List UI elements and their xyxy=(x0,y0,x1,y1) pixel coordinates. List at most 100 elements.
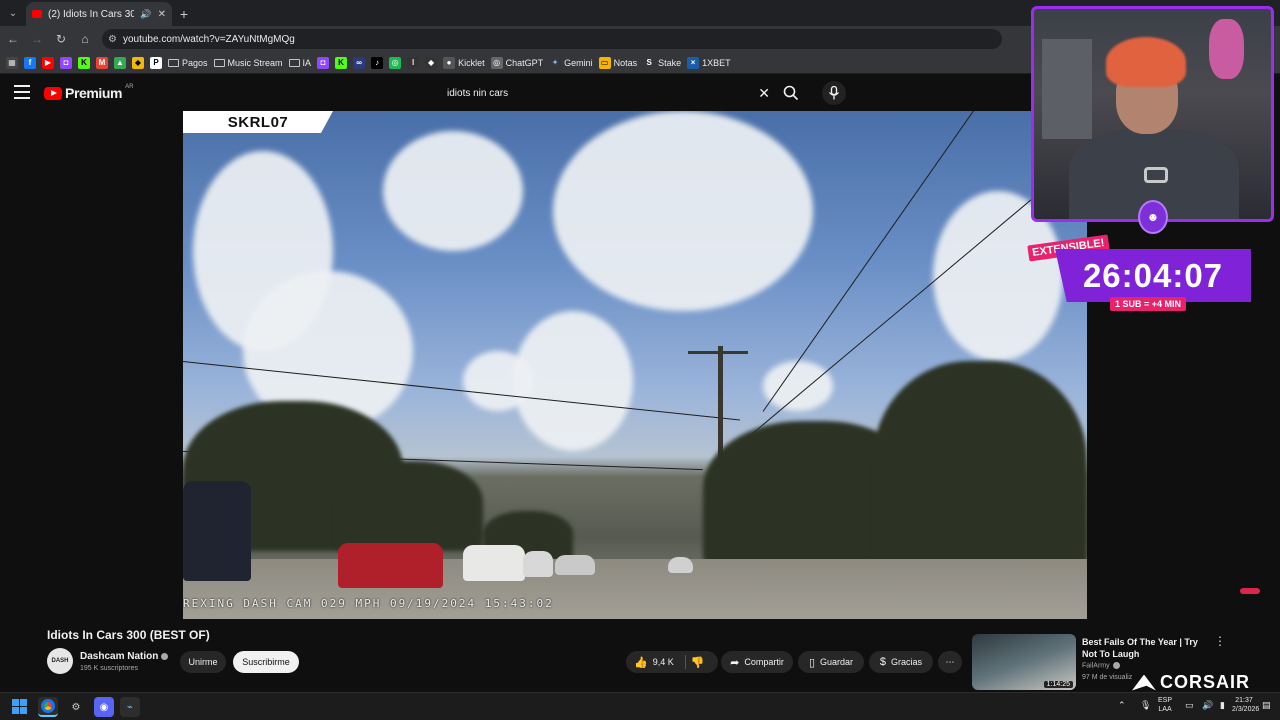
youtube-favicon-icon xyxy=(32,10,42,18)
thanks-button[interactable]: $ Gracias xyxy=(869,651,933,673)
car xyxy=(183,481,251,581)
binance-icon[interactable]: ◆ xyxy=(132,56,144,69)
bookmark-kicklet[interactable]: ● Kicklet xyxy=(443,56,485,69)
url-field[interactable]: ⚙ youtube.com/watch?v=ZAYuNtMgMQg xyxy=(102,29,1002,49)
webcam-overlay xyxy=(1031,6,1274,222)
kick-icon[interactable]: K xyxy=(78,56,90,69)
dashcam-stamp: REXING DASH CAM 029 MPH 09/19/2024 15:43… xyxy=(183,597,554,610)
shirt-logo xyxy=(1144,167,1168,183)
site-info-icon[interactable]: ⚙ xyxy=(108,34,117,45)
language-indicator[interactable]: ESP LAA xyxy=(1158,696,1172,714)
recommended-title[interactable]: Best Fails Of The Year | Try Not To Laug… xyxy=(1082,636,1212,660)
drive-icon[interactable]: ▲ xyxy=(114,56,126,69)
twitch-icon[interactable]: ◘ xyxy=(317,56,330,69)
status-indicator xyxy=(1240,588,1260,594)
chrome-icon[interactable] xyxy=(38,697,58,717)
language-code: ESP xyxy=(1158,697,1173,704)
bookmark-chatgpt[interactable]: ◎ ChatGPT xyxy=(490,56,543,69)
like-count[interactable]: 9,4 K xyxy=(653,657,674,667)
forward-button[interactable]: → xyxy=(26,28,48,50)
share-icon: ➦ xyxy=(730,656,740,669)
back-button[interactable]: ← xyxy=(2,28,24,50)
cam-shelf xyxy=(1042,39,1092,139)
twitch-icon[interactable]: ◘ xyxy=(60,56,72,69)
logo-word: Premium xyxy=(65,85,123,101)
tab-youtube[interactable]: (2) Idiots In Cars 300 (BEST 🔊 ✕ xyxy=(26,2,172,26)
voice-search-button[interactable] xyxy=(822,81,846,105)
bookmark-music-stream[interactable]: Music Stream xyxy=(213,58,283,68)
join-button[interactable]: Unirme xyxy=(180,651,226,673)
kick-icon[interactable]: K xyxy=(335,56,348,69)
bookmark-pagos[interactable]: Pagos xyxy=(168,58,208,68)
link-icon[interactable]: ǀ xyxy=(407,56,420,69)
youtube-logo[interactable]: Premium AR xyxy=(44,84,134,101)
utility-pole xyxy=(688,351,748,354)
recommended-channel: FailArmy xyxy=(1082,662,1120,669)
bookmark-1xbet[interactable]: × 1XBET xyxy=(687,56,731,69)
tree xyxy=(333,461,483,551)
bookmark-ia[interactable]: IA xyxy=(288,58,311,68)
windows-start-icon[interactable] xyxy=(12,699,27,714)
1xbet-icon: × xyxy=(687,56,700,69)
youtube-bookmark-icon[interactable]: ▶ xyxy=(42,56,54,69)
close-tab-icon[interactable]: ✕ xyxy=(158,9,166,20)
tab-search-icon[interactable]: ⌄ xyxy=(0,0,26,26)
bookmark-stake[interactable]: S Stake xyxy=(643,57,681,69)
bookmark-notas[interactable]: ▭ Notas xyxy=(598,56,637,69)
new-tab-button[interactable]: + xyxy=(172,2,196,26)
clock-time: 21:37 xyxy=(1235,697,1253,704)
discord-icon[interactable]: ◉ xyxy=(94,697,114,717)
music-icon[interactable]: ◎ xyxy=(389,56,402,69)
url-text: youtube.com/watch?v=ZAYuNtMgMQg xyxy=(122,33,295,45)
corsair-logo: CORSAIR xyxy=(1132,672,1250,693)
recommended-thumbnail[interactable]: 1:14:25 xyxy=(972,634,1076,690)
video-player[interactable]: SKRL07 REXING DASH CAM 029 MPH 09/19/202… xyxy=(183,111,1087,619)
reload-button[interactable]: ↻ xyxy=(50,28,72,50)
verified-icon xyxy=(1112,662,1120,669)
clear-search-icon[interactable]: ✕ xyxy=(758,85,770,102)
steam-icon[interactable]: ⌁ xyxy=(120,697,140,717)
settings-app-icon[interactable]: ⚙ xyxy=(66,697,86,717)
microphone-tray-icon[interactable]: 🎙 xyxy=(1140,701,1151,710)
diamond-icon[interactable]: ◆ xyxy=(425,56,438,69)
more-actions-button[interactable]: ⋯ xyxy=(938,651,962,673)
patreon-icon[interactable]: P xyxy=(150,56,162,69)
cam-hair xyxy=(1106,37,1186,87)
like-dislike-group: 👍 9,4 K 👎 xyxy=(626,651,718,673)
volume-icon[interactable]: 🔊 xyxy=(1202,701,1213,710)
car xyxy=(668,557,693,573)
save-button[interactable]: ▯ Guardar xyxy=(798,651,864,673)
tray-overflow-icon[interactable]: ⌃ xyxy=(1118,701,1126,710)
logo-country: AR xyxy=(125,84,134,90)
subscribe-button[interactable]: Suscribirme xyxy=(233,651,299,673)
plate-label: SKRL07 xyxy=(183,111,333,133)
meta-icon[interactable]: ∞ xyxy=(353,56,366,69)
facebook-icon[interactable]: f xyxy=(24,56,36,69)
car xyxy=(463,545,525,581)
bookmark-gemini[interactable]: ✦ Gemini xyxy=(549,57,593,69)
share-button[interactable]: ➦ Compartir xyxy=(721,651,793,673)
notifications-icon[interactable]: ▤ xyxy=(1262,701,1271,710)
network-icon[interactable]: ▭ xyxy=(1185,701,1194,710)
home-button[interactable]: ⌂ xyxy=(74,28,96,50)
dislike-icon[interactable]: 👎 xyxy=(691,656,705,669)
car xyxy=(523,551,553,577)
recommended-channel-text: FailArmy xyxy=(1082,662,1110,670)
like-icon[interactable]: 👍 xyxy=(634,656,648,669)
recommended-menu-icon[interactable]: ⋮ xyxy=(1214,634,1226,648)
apps-grid-icon[interactable]: ▦ xyxy=(6,56,18,69)
speaker-icon[interactable]: 🔊 xyxy=(140,9,151,20)
gmail-icon[interactable]: M xyxy=(96,56,108,69)
battery-icon[interactable]: ▮ xyxy=(1220,701,1225,710)
subathon-timer: 26:04:07 xyxy=(1055,249,1251,302)
menu-icon[interactable] xyxy=(14,85,30,99)
keyboard-layout: LAA xyxy=(1158,706,1172,713)
search-input[interactable]: idiots nin cars ✕ xyxy=(438,81,774,105)
microphone-icon xyxy=(828,86,840,100)
search-button[interactable] xyxy=(780,82,802,104)
tiktok-icon[interactable]: ♪ xyxy=(371,56,384,69)
channel-name[interactable]: Dashcam Nation xyxy=(80,651,169,662)
clock[interactable]: 21:37 2/3/2026 xyxy=(1232,696,1259,714)
channel-avatar[interactable]: DASH xyxy=(47,648,73,674)
mascot-icon: ☻ xyxy=(1138,200,1168,234)
